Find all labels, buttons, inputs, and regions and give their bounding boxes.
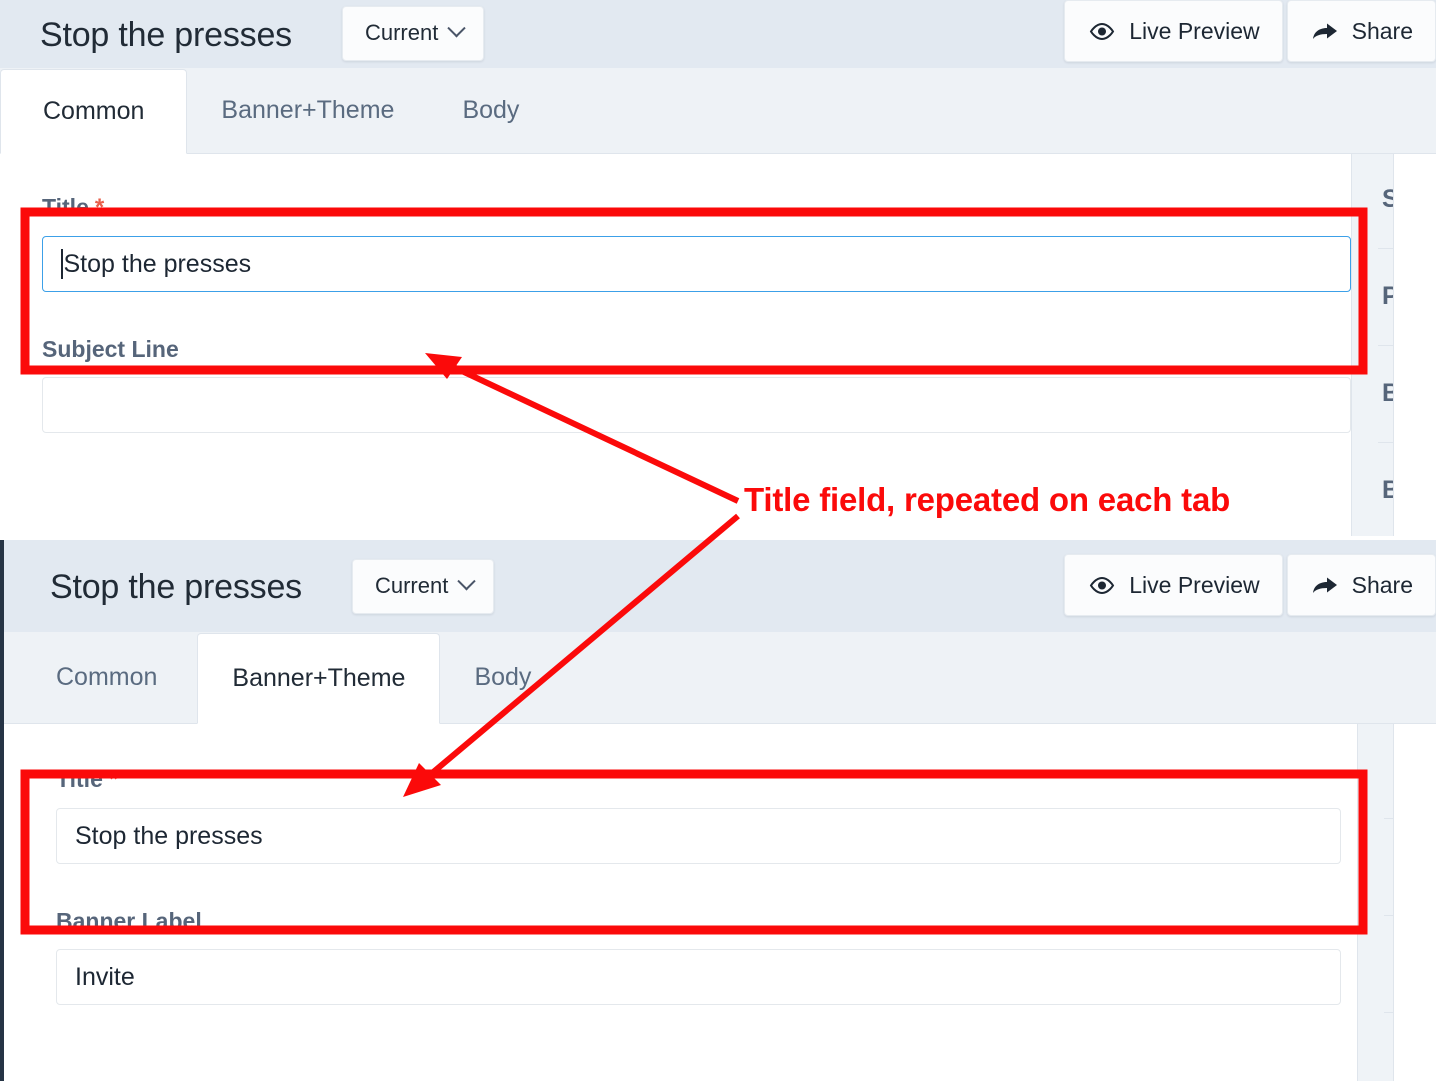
tab-banner-theme-label: Banner+Theme bbox=[221, 96, 395, 124]
divider bbox=[1378, 248, 1393, 249]
tab-body[interactable]: Body bbox=[428, 68, 553, 153]
rail-item[interactable] bbox=[1358, 1043, 1393, 1077]
eye-icon bbox=[1090, 576, 1115, 594]
field-banner-label: Banner Label Invite bbox=[4, 864, 1393, 1005]
title-input-value: Stop the presses bbox=[75, 821, 263, 850]
app-screenshot-banner-theme-tab: Stop the presses Current Live Preview Sh… bbox=[0, 540, 1436, 1081]
tab-common-label: Common bbox=[43, 97, 145, 125]
page-title: Stop the presses bbox=[50, 567, 302, 606]
field-title: Title * Stop the presses bbox=[4, 724, 1393, 864]
tab-banner-theme[interactable]: Banner+Theme bbox=[197, 633, 441, 724]
chevron-down-icon bbox=[447, 19, 467, 38]
form-area: Title * Stop the presses Banner Label Inv… bbox=[4, 724, 1394, 1081]
field-title-label: Title * bbox=[42, 194, 105, 221]
app-header: Stop the presses Current Live Preview Sh… bbox=[0, 0, 1436, 68]
text-cursor bbox=[61, 249, 63, 279]
tab-banner-theme[interactable]: Banner+Theme bbox=[187, 68, 428, 153]
right-rail bbox=[1357, 724, 1393, 1081]
page-title: Stop the presses bbox=[40, 15, 292, 54]
live-preview-button[interactable]: Live Preview bbox=[1064, 0, 1283, 62]
divider bbox=[1378, 442, 1393, 443]
form-area: Title* Stop the presses Subject Line S P… bbox=[0, 154, 1394, 536]
banner-label-input[interactable]: Invite bbox=[56, 949, 1341, 1005]
field-title-label: Title * bbox=[56, 766, 119, 793]
eye-icon bbox=[1090, 22, 1115, 40]
version-select-label: Current bbox=[364, 19, 439, 45]
required-asterisk: * bbox=[94, 194, 105, 221]
tab-banner-theme-label: Banner+Theme bbox=[232, 664, 406, 692]
rail-item[interactable] bbox=[1358, 849, 1393, 883]
field-subject-line-label: Subject Line bbox=[42, 336, 179, 362]
rail-item[interactable] bbox=[1358, 752, 1393, 786]
tab-body[interactable]: Body bbox=[440, 632, 565, 723]
field-subject-line: Subject Line bbox=[0, 292, 1393, 433]
rail-item[interactable]: B bbox=[1352, 376, 1393, 410]
title-input[interactable]: Stop the presses bbox=[56, 808, 1341, 864]
app-screenshot-common-tab: Stop the presses Current Live Preview Sh… bbox=[0, 0, 1436, 536]
live-preview-button[interactable]: Live Preview bbox=[1064, 554, 1283, 616]
divider bbox=[1378, 345, 1393, 346]
share-label: Share bbox=[1351, 17, 1413, 44]
chevron-down-icon bbox=[457, 572, 477, 591]
live-preview-label: Live Preview bbox=[1129, 571, 1260, 598]
tabstrip: Common Banner+Theme Body bbox=[4, 632, 1436, 724]
divider bbox=[1384, 1012, 1393, 1013]
banner-label-input-value: Invite bbox=[75, 962, 135, 991]
version-select-label: Current bbox=[374, 572, 449, 598]
share-label: Share bbox=[1351, 571, 1413, 598]
live-preview-label: Live Preview bbox=[1129, 17, 1260, 44]
right-rail: S P B B bbox=[1351, 154, 1393, 536]
share-button[interactable]: Share bbox=[1286, 0, 1436, 62]
divider bbox=[1384, 818, 1393, 819]
app-header: Stop the presses Current Live Preview Sh… bbox=[4, 540, 1436, 632]
tab-common-label: Common bbox=[56, 663, 158, 691]
tab-common[interactable]: Common bbox=[4, 632, 197, 723]
tab-body-label: Body bbox=[474, 663, 532, 691]
share-arrow-icon bbox=[1312, 577, 1337, 593]
field-title: Title * Stop the presses bbox=[0, 154, 1393, 292]
rail-item[interactable]: B bbox=[1352, 473, 1393, 507]
tab-common[interactable]: Common bbox=[0, 69, 188, 154]
version-select-button[interactable]: Current bbox=[351, 558, 495, 614]
tabstrip: Common Banner+Theme Body bbox=[0, 68, 1436, 154]
share-arrow-icon bbox=[1312, 23, 1337, 39]
share-button[interactable]: Share bbox=[1286, 554, 1436, 616]
version-select-button[interactable]: Current bbox=[341, 5, 485, 61]
header-actions: Live Preview Share bbox=[1064, 0, 1436, 62]
required-asterisk: * bbox=[108, 766, 119, 793]
header-actions: Live Preview Share bbox=[1064, 554, 1436, 616]
rail-item[interactable]: S bbox=[1352, 182, 1393, 216]
title-input-value: Stop the presses bbox=[63, 249, 252, 278]
title-input[interactable]: Stop the presses bbox=[42, 236, 1351, 292]
rail-item[interactable] bbox=[1358, 946, 1393, 980]
divider bbox=[1384, 915, 1393, 916]
screenshot-stage: Stop the presses Current Live Preview Sh… bbox=[0, 0, 1436, 1081]
subject-line-input[interactable] bbox=[42, 377, 1351, 433]
field-banner-label-label: Banner Label bbox=[56, 908, 202, 934]
tab-body-label: Body bbox=[462, 96, 520, 124]
rail-item[interactable]: P bbox=[1352, 279, 1393, 313]
annotation-label: Title field, repeated on each tab bbox=[744, 481, 1231, 518]
